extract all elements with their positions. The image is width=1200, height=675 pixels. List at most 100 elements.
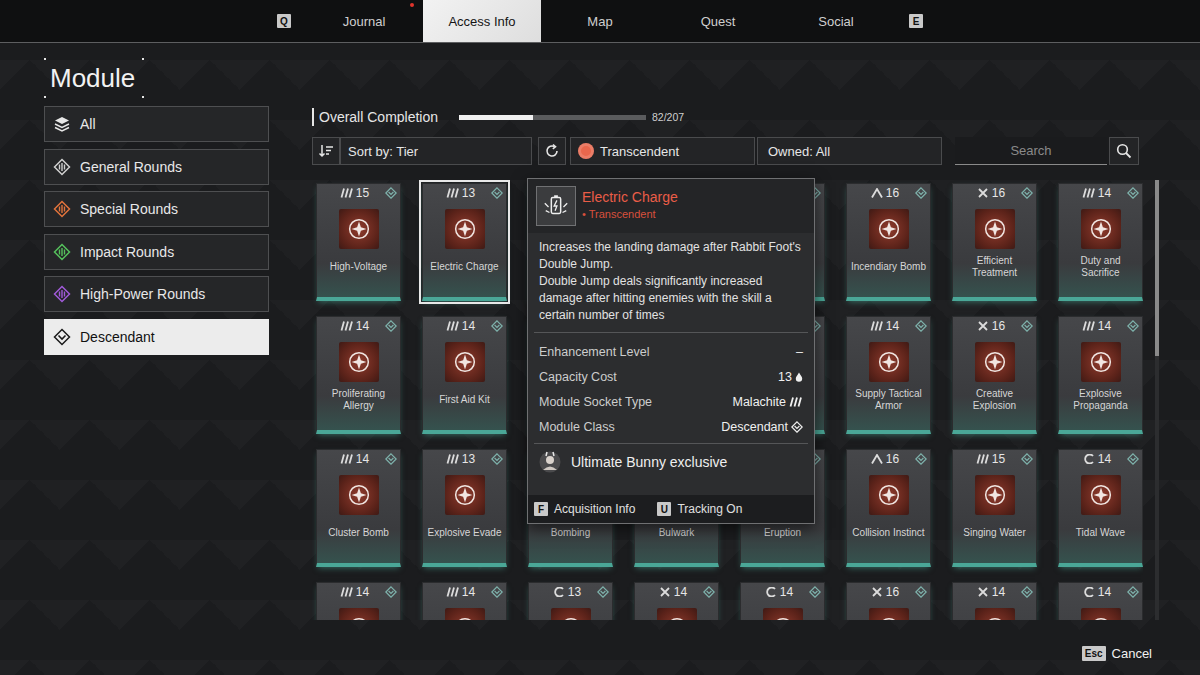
nav-tab[interactable]: Map [541, 0, 659, 42]
capacity-value: 14 [1098, 186, 1111, 200]
capacity-value: 13 [462, 186, 475, 200]
category-item[interactable]: All [44, 106, 269, 142]
module-capacity: 14 [446, 583, 483, 599]
xantic-socket-icon [976, 321, 990, 331]
stat-label: Capacity Cost [539, 370, 617, 384]
reset-icon [544, 143, 560, 159]
action-key: U [657, 502, 671, 516]
action-label: Tracking On [677, 502, 742, 516]
category-item[interactable]: Descendant [44, 319, 269, 355]
module-emblem-icon [981, 614, 1009, 620]
xantic-socket-icon [976, 188, 990, 198]
module-emblem-icon [451, 481, 479, 509]
completion-fill [459, 115, 533, 120]
module-card[interactable]: 14 Supply Tactical Armor [846, 316, 931, 434]
module-emblem-icon [451, 215, 479, 243]
malachite-socket-icon [446, 454, 460, 464]
module-name: Electric Charge [423, 253, 506, 281]
module-emblem-icon [1087, 348, 1115, 376]
module-card[interactable]: 16 Creative Explosion [952, 316, 1037, 434]
nav-tab[interactable]: Social [777, 0, 895, 42]
class-mark [915, 453, 927, 465]
module-name: Singing Water [953, 519, 1036, 547]
tier-filter[interactable]: Transcendent [570, 137, 755, 165]
module-card[interactable]: 15 High-Voltage [316, 183, 401, 301]
nav-tab-label: Social [818, 14, 853, 29]
search-input[interactable] [955, 137, 1107, 165]
category-item[interactable]: Special Rounds [44, 191, 269, 227]
class-mark [1127, 187, 1139, 199]
sort-order-button[interactable] [312, 137, 340, 165]
class-mark [915, 187, 927, 199]
module-capacity: 13 [446, 450, 483, 466]
module-card[interactable]: 14 Explosive Propaganda [1058, 316, 1143, 434]
nav-tab[interactable]: Quest [659, 0, 777, 42]
search-button[interactable] [1109, 137, 1139, 165]
module-card[interactable]: 14 Cluster Bomb [316, 449, 401, 567]
module-card[interactable]: 16 Efficient Treatment [952, 183, 1037, 301]
module-card[interactable]: 14 [422, 582, 507, 620]
descendant-class-icon [791, 421, 803, 433]
module-name: First Aid Kit [423, 386, 506, 414]
almandine-socket-icon [1082, 454, 1096, 464]
category-item[interactable]: Impact Rounds [44, 234, 269, 270]
cancel-button[interactable]: Esc Cancel [1082, 646, 1152, 661]
module-card[interactable]: 13 Electric Charge [422, 183, 507, 301]
module-card[interactable]: 14 Tidal Wave [1058, 449, 1143, 567]
previous-tab-key[interactable]: Q [277, 14, 291, 28]
module-card[interactable]: 14 Proliferating Allergy [316, 316, 401, 434]
capacity-value: 14 [1098, 452, 1111, 466]
module-name: Supply Tactical Armor [847, 386, 930, 414]
tooltip-action[interactable]: F Acquisition Info [534, 502, 635, 516]
module-card[interactable]: 13 Explosive Evade [422, 449, 507, 567]
descendant-class-icon [385, 320, 397, 332]
xantic-socket-icon [976, 587, 990, 597]
nav-tab[interactable]: Journal [305, 0, 423, 42]
module-card[interactable]: 14 [316, 582, 401, 620]
module-emblem-icon [451, 614, 479, 620]
module-card[interactable]: 14 Duty and Sacrifice [1058, 183, 1143, 301]
module-card[interactable]: 16 [846, 582, 931, 620]
class-mark [1127, 586, 1139, 598]
scrollbar[interactable] [1155, 180, 1159, 620]
nav-tab[interactable]: Access Info [423, 0, 541, 42]
owned-filter[interactable]: Owned: All [757, 137, 942, 165]
next-tab-key[interactable]: E [909, 14, 923, 28]
category-item[interactable]: General Rounds [44, 149, 269, 185]
capacity-value: 16 [886, 585, 899, 599]
module-card[interactable]: 15 Singing Water [952, 449, 1037, 567]
module-capacity: 16 [976, 184, 1013, 200]
module-card[interactable]: 16 Collision Instinct [846, 449, 931, 567]
module-card[interactable]: 13 [528, 582, 613, 620]
reset-button[interactable] [538, 137, 566, 165]
module-card[interactable]: 14 [634, 582, 719, 620]
module-emblem-icon [981, 215, 1009, 243]
descendant-class-icon [491, 187, 503, 199]
category-item[interactable]: High-Power Rounds [44, 276, 269, 312]
scrollbar-thumb[interactable] [1155, 180, 1159, 356]
module-tier: • Transcendent [582, 208, 678, 220]
malachite-socket-icon [446, 321, 460, 331]
module-card[interactable]: 14 [952, 582, 1037, 620]
module-card[interactable]: 16 Incendiary Bomb [846, 183, 931, 301]
module-name: Creative Explosion [953, 386, 1036, 414]
module-image [869, 209, 909, 249]
module-emblem-icon [1087, 481, 1115, 509]
module-card[interactable]: 14 [740, 582, 825, 620]
cerulean-socket-icon [870, 454, 884, 464]
cerulean-socket-icon [870, 188, 884, 198]
category-label: General Rounds [80, 159, 182, 175]
capacity-value: 16 [886, 186, 899, 200]
module-emblem-icon [345, 215, 373, 243]
class-mark [597, 586, 609, 598]
module-card[interactable]: 14 [1058, 582, 1143, 620]
tooltip-action[interactable]: U Tracking On [657, 502, 742, 516]
stat-row: Module Socket Type Malachite [539, 389, 803, 414]
module-image [445, 209, 485, 249]
module-card[interactable]: 14 First Aid Kit [422, 316, 507, 434]
descendant-class-icon [1127, 187, 1139, 199]
xantic-socket-icon [870, 587, 884, 597]
sort-dropdown[interactable]: Sort by: Tier [340, 137, 532, 165]
corner-dot [44, 58, 46, 60]
module-image [445, 475, 485, 515]
